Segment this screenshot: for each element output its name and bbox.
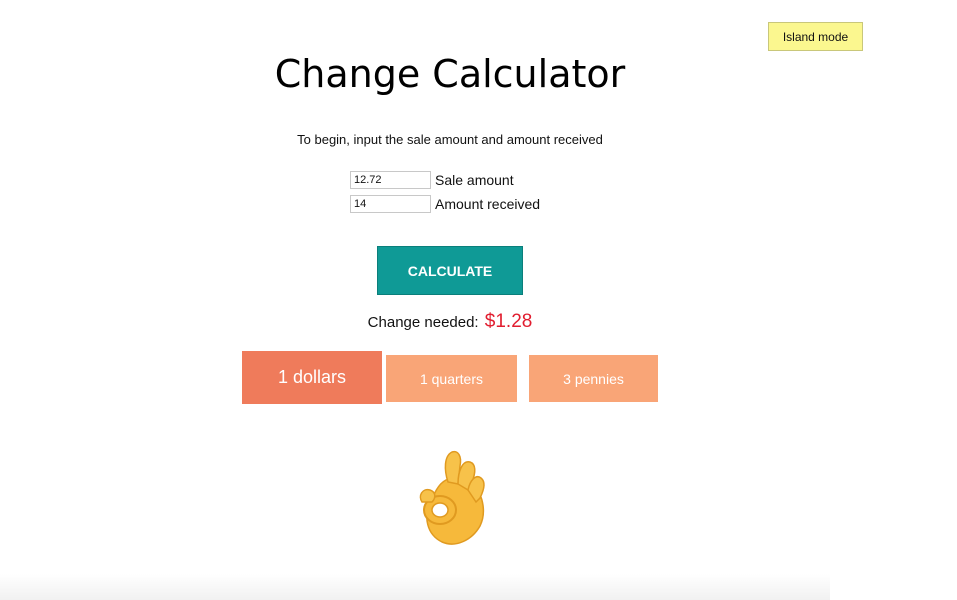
change-amount: $1.28 — [484, 311, 533, 332]
sale-amount-row: Sale amount — [350, 171, 514, 189]
change-needed-line: Change needed: $1.28 — [250, 311, 650, 333]
instructions-text: To begin, input the sale amount and amou… — [297, 132, 603, 147]
page-title: Change Calculator — [274, 52, 626, 96]
island-mode-button[interactable]: Island mode — [768, 22, 863, 51]
amount-received-input[interactable] — [350, 195, 431, 213]
change-needed-label: Change needed: — [367, 314, 479, 331]
calculate-button[interactable]: CALCULATE — [377, 246, 523, 295]
bottom-shade — [0, 574, 830, 600]
dollars-tile: 1 dollars — [242, 351, 382, 404]
sale-amount-input[interactable] — [350, 171, 431, 189]
amount-received-label: Amount received — [435, 196, 541, 212]
amount-received-row: Amount received — [350, 195, 540, 213]
ok-hand-icon — [410, 446, 490, 546]
quarters-tile: 1 quarters — [386, 355, 517, 402]
pennies-tile: 3 pennies — [529, 355, 658, 402]
sale-amount-label: Sale amount — [435, 172, 514, 188]
